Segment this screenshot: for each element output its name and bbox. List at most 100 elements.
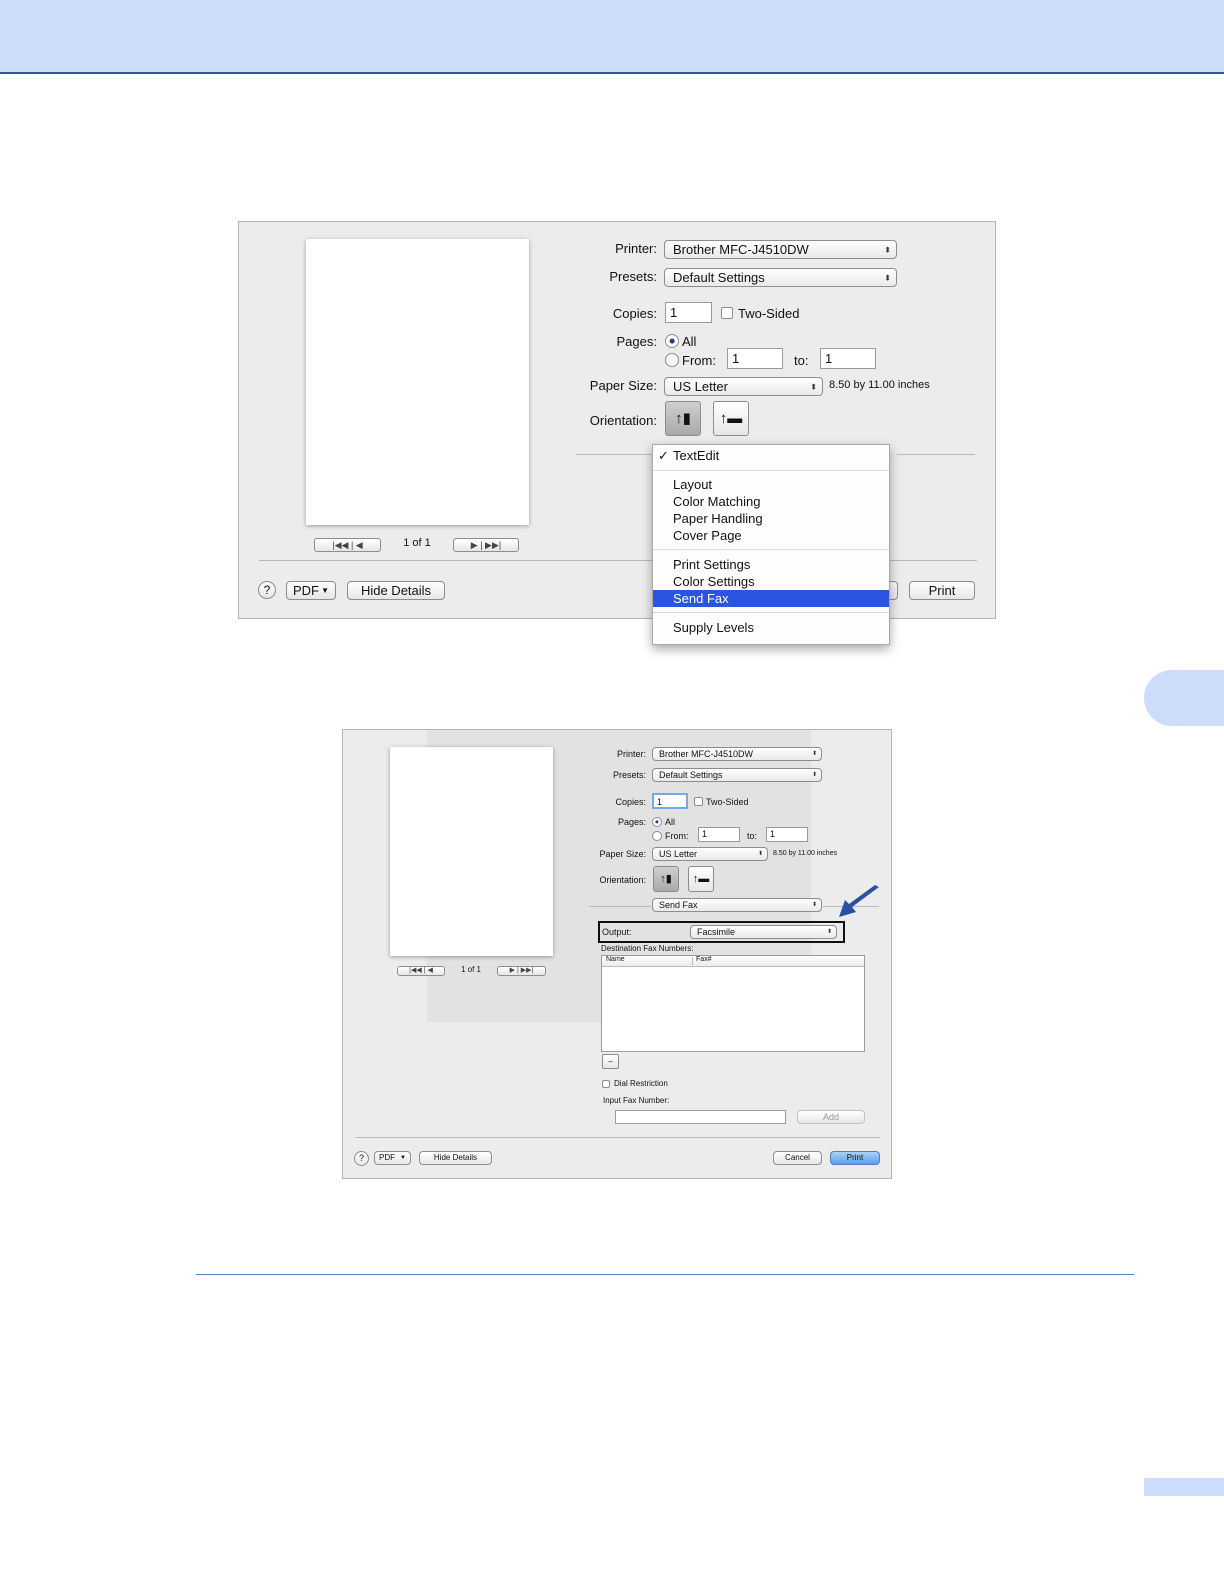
pane-separator-left (589, 906, 651, 907)
col-fax-header: Fax# (696, 956, 712, 963)
presets-select[interactable]: Default Settings ⬍ (652, 768, 822, 782)
portrait-orientation-button[interactable]: ↑▮ (665, 401, 701, 436)
printer-select[interactable]: Brother MFC-J4510DW ⬍ (652, 747, 822, 761)
printer-value: Brother MFC-J4510DW (673, 242, 809, 257)
paper-size-value: US Letter (659, 849, 698, 859)
paper-size-select[interactable]: US Letter ⬍ (652, 847, 768, 861)
bottom-separator (356, 1137, 880, 1138)
pdf-label: PDF (379, 1153, 395, 1162)
help-button[interactable]: ? (258, 581, 276, 599)
pages-to-input[interactable]: 1 (820, 348, 876, 369)
print-button[interactable]: Print (909, 581, 975, 600)
printer-value: Brother MFC-J4510DW (659, 749, 754, 759)
portrait-orientation-button[interactable]: ↑▮ (653, 866, 679, 892)
footer-rule (196, 1274, 1134, 1275)
pages-all-label: All (665, 817, 676, 827)
paper-size-label: Paper Size: (599, 849, 646, 859)
printer-select[interactable]: Brother MFC-J4510DW ⬍ (664, 240, 897, 259)
pages-all-label: All (682, 334, 697, 349)
dropdown-triangle-icon: ▼ (321, 586, 329, 595)
menu-item-send-fax[interactable]: Send Fax (653, 590, 889, 607)
presets-value: Default Settings (673, 270, 765, 285)
dial-restriction-label: Dial Restriction (614, 1079, 668, 1088)
menu-item-supply-levels[interactable]: Supply Levels (653, 619, 889, 636)
pages-to-input[interactable]: 1 (766, 827, 808, 842)
updown-icon: ⬍ (884, 273, 891, 282)
pages-from-radio[interactable] (665, 353, 679, 367)
pages-to-label: to: (794, 353, 809, 368)
page-number-tab (1144, 1478, 1224, 1496)
menu-item-paper-handling[interactable]: Paper Handling (653, 510, 889, 527)
next-last-page-buttons[interactable]: ▶ | ▶▶| (497, 966, 546, 976)
dropdown-triangle-icon: ▼ (400, 1155, 406, 1161)
menu-item-print-settings[interactable]: Print Settings (653, 556, 889, 573)
updown-icon: ⬍ (757, 851, 763, 857)
copies-input[interactable]: 1 (665, 302, 712, 323)
menu-item-layout[interactable]: Layout (653, 476, 889, 493)
hide-details-button[interactable]: Hide Details (419, 1151, 492, 1165)
col-name-header: Name (606, 956, 625, 963)
updown-icon: ⬍ (826, 929, 832, 935)
two-sided-checkbox[interactable] (721, 307, 733, 319)
paper-size-select[interactable]: US Letter ⬍ (664, 377, 823, 396)
add-button[interactable]: Add (797, 1110, 865, 1124)
pdf-menu-button[interactable]: PDF ▼ (286, 581, 336, 600)
landscape-orientation-button[interactable]: ↑▬ (713, 401, 749, 436)
pages-all-radio[interactable] (652, 817, 662, 827)
cancel-button[interactable]: Cancel (773, 1151, 822, 1165)
first-prev-page-buttons[interactable]: |◀◀ | ◀ (397, 966, 445, 976)
menu-item-cover-page[interactable]: Cover Page (653, 527, 889, 544)
printer-label: Printer: (616, 749, 646, 759)
pane-value: Send Fax (659, 900, 698, 910)
copies-input[interactable]: 1 (652, 793, 688, 809)
header-band (0, 0, 1224, 74)
page-counter: 1 of 1 (460, 965, 481, 974)
two-sided-label: Two-Sided (738, 306, 800, 321)
pane-separator-right (897, 454, 975, 455)
pages-label: Pages: (616, 334, 657, 349)
next-last-page-buttons[interactable]: ▶ | ▶▶| (453, 538, 519, 552)
presets-label: Presets: (609, 269, 657, 284)
landscape-icon: ↑▬ (719, 410, 743, 427)
fax-number-input[interactable] (615, 1110, 786, 1124)
first-prev-page-buttons[interactable]: |◀◀ | ◀ (314, 538, 381, 552)
pdf-label: PDF (293, 583, 319, 598)
presets-select[interactable]: Default Settings ⬍ (664, 268, 897, 287)
input-fax-label: Input Fax Number: (603, 1096, 670, 1105)
landscape-orientation-button[interactable]: ↑▬ (688, 866, 714, 892)
updown-icon: ⬍ (811, 772, 817, 778)
pages-from-radio[interactable] (652, 831, 662, 841)
portrait-icon: ↑▮ (660, 873, 672, 885)
pages-all-radio[interactable] (665, 334, 679, 348)
output-label: Output: (602, 927, 632, 937)
destination-table[interactable]: Name Fax# (601, 955, 865, 1052)
presets-label: Presets: (612, 770, 646, 780)
page-preview (390, 747, 553, 956)
two-sided-label: Two-Sided (706, 797, 749, 807)
orientation-label: Orientation: (599, 875, 646, 885)
help-button[interactable]: ? (354, 1151, 369, 1166)
pages-from-input[interactable]: 1 (698, 827, 740, 842)
orientation-label: Orientation: (589, 413, 657, 428)
pane-select[interactable]: Send Fax ⬍ (652, 898, 822, 912)
arrow-icon (839, 885, 879, 917)
print-button[interactable]: Print (830, 1151, 880, 1165)
col-divider (692, 957, 693, 965)
updown-icon: ⬍ (810, 382, 817, 391)
menu-item-color-matching[interactable]: Color Matching (653, 493, 889, 510)
menu-item-textedit[interactable]: TextEdit (653, 447, 889, 464)
two-sided-checkbox[interactable] (694, 797, 703, 806)
pages-from-input[interactable]: 1 (727, 348, 783, 369)
updown-icon: ⬍ (811, 751, 817, 757)
menu-separator (653, 612, 889, 613)
paper-size-value: US Letter (673, 379, 728, 394)
menu-separator (653, 549, 889, 550)
pdf-menu-button[interactable]: PDF ▼ (374, 1151, 411, 1165)
output-select[interactable]: Facsimile ⬍ (690, 925, 837, 939)
landscape-icon: ↑▬ (692, 873, 710, 885)
remove-number-button[interactable]: – (602, 1054, 619, 1069)
hide-details-button[interactable]: Hide Details (347, 581, 445, 600)
print-dialog-screenshot-1: |◀◀ | ◀ 1 of 1 ▶ | ▶▶| Printer: Brother … (238, 221, 996, 645)
menu-item-color-settings[interactable]: Color Settings (653, 573, 889, 590)
dial-restriction-checkbox[interactable] (602, 1080, 610, 1088)
